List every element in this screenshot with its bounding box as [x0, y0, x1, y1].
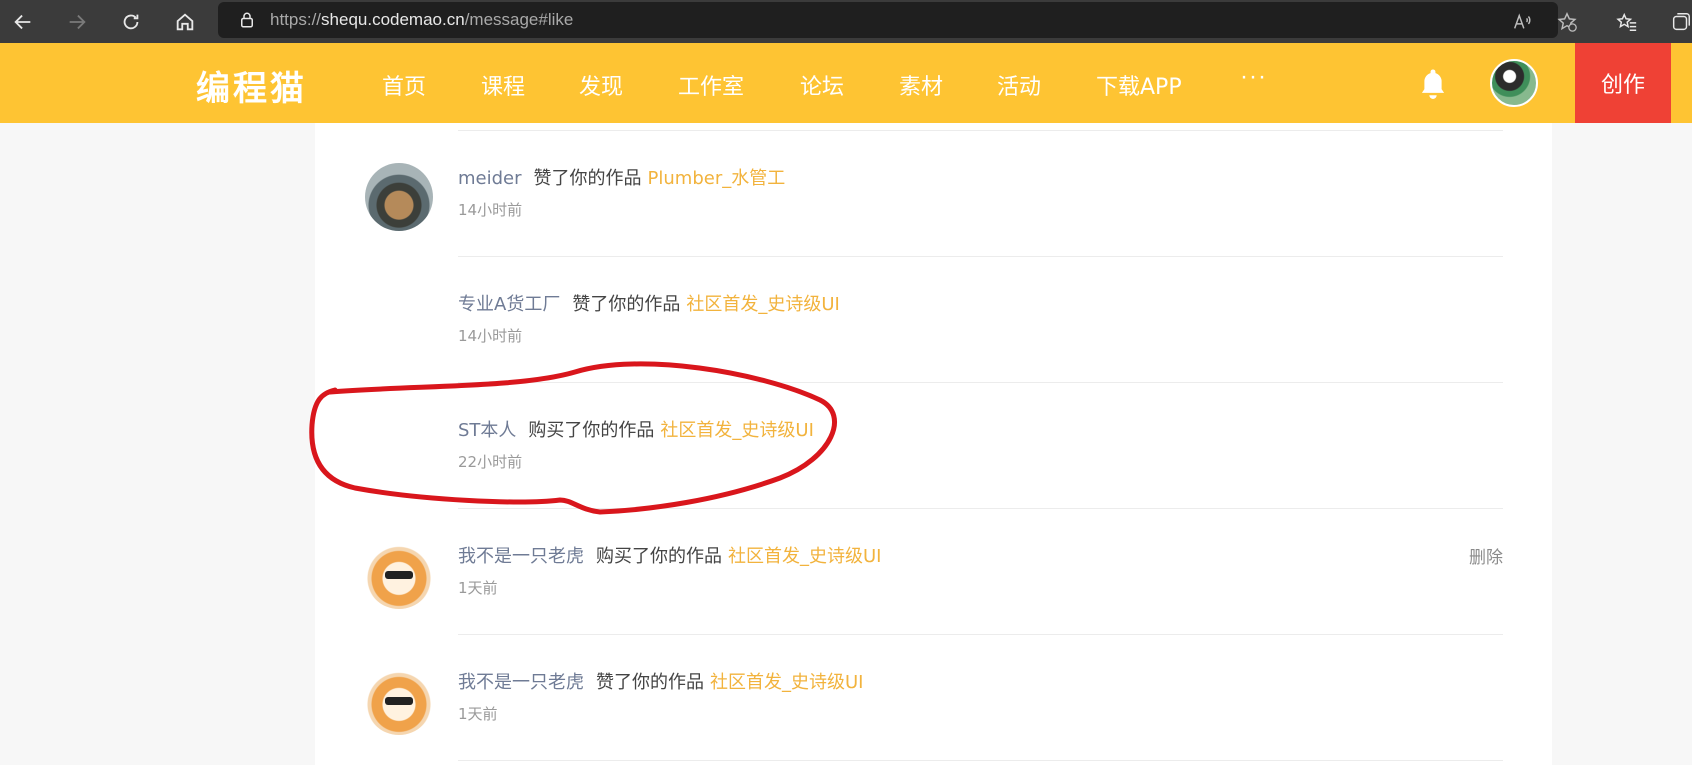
message-time: 1天前 — [458, 705, 498, 723]
add-favorite-button[interactable] — [1550, 0, 1584, 43]
message-user[interactable]: meider — [458, 168, 522, 189]
user-avatar[interactable] — [1490, 59, 1538, 107]
message-user[interactable]: 专业A货工厂 — [458, 294, 560, 315]
nav-item-studio[interactable]: 工作室 — [678, 69, 744, 101]
divider — [458, 760, 1503, 761]
message-user[interactable]: 我不是一只老虎 — [458, 546, 584, 567]
delete-button[interactable]: 删除 — [1469, 543, 1503, 568]
avatar[interactable] — [365, 667, 433, 735]
forward-button[interactable] — [60, 5, 94, 39]
message-text: 专业A货工厂 赞了你的作品 社区首发_史诗级UI — [458, 290, 840, 316]
message-action: 购买了你的作品 — [596, 546, 722, 567]
home-button[interactable] — [168, 5, 202, 39]
message-list: meider 赞了你的作品 Plumber_水管工 14小时前 专业A货工厂 赞了你的… — [315, 123, 1552, 765]
star-add-icon — [1557, 11, 1577, 32]
message-item: ST本人 购买了你的作品 社区首发_史诗级UI 22小时前 — [315, 383, 1552, 509]
message-action: 赞了你的作品 — [533, 168, 642, 189]
url-text: https://shequ.codemao.cn/message#like — [270, 10, 573, 30]
message-time: 14小时前 — [458, 327, 523, 345]
message-work-link[interactable]: 社区首发_史诗级UI — [728, 546, 881, 567]
avatar-glasses — [385, 697, 413, 705]
reload-button[interactable] — [114, 5, 148, 39]
message-work-link[interactable]: 社区首发_史诗级UI — [686, 294, 839, 315]
message-work-link[interactable]: Plumber_水管工 — [648, 168, 786, 189]
message-action: 赞了你的作品 — [596, 672, 704, 693]
message-text: meider 赞了你的作品 Plumber_水管工 — [458, 164, 785, 190]
message-user[interactable]: 我不是一只老虎 — [458, 672, 584, 693]
nav-item-courses[interactable]: 课程 — [481, 69, 525, 101]
main-nav: 首页 课程 发现 工作室 论坛 素材 活动 下载APP ··· — [0, 43, 1300, 123]
browser-toolbar: https://shequ.codemao.cn/message#like — [0, 0, 1692, 43]
message-action: 赞了你的作品 — [572, 294, 681, 315]
nav-item-download-app[interactable]: 下载APP — [1096, 69, 1182, 101]
message-time: 22小时前 — [458, 453, 523, 471]
message-time: 14小时前 — [458, 201, 523, 219]
home-icon — [176, 12, 194, 30]
avatar-glasses — [385, 571, 413, 579]
message-work-link[interactable]: 社区首发_史诗级UI — [710, 672, 863, 693]
arrow-right-icon — [69, 14, 86, 29]
arrow-left-icon — [14, 14, 31, 29]
message-user[interactable]: ST本人 — [458, 420, 516, 441]
address-bar[interactable]: https://shequ.codemao.cn/message#like — [218, 2, 1558, 38]
message-text: 我不是一只老虎 购买了你的作品 社区首发_史诗级UI — [458, 542, 881, 568]
message-text: ST本人 购买了你的作品 社区首发_史诗级UI — [458, 416, 814, 442]
nav-item-materials[interactable]: 素材 — [899, 69, 943, 101]
avatar[interactable] — [365, 541, 433, 609]
site-header: 编程猫 首页 课程 发现 工作室 论坛 素材 活动 下载APP ··· 创作 — [0, 43, 1692, 123]
message-item: meider 赞了你的作品 Plumber_水管工 14小时前 — [315, 131, 1552, 257]
back-button[interactable] — [6, 5, 40, 39]
url-host: shequ.codemao.cn — [321, 10, 465, 29]
message-item: 我不是一只老虎 赞了你的作品 社区首发_史诗级UI 1天前 — [315, 635, 1552, 761]
avatar[interactable] — [365, 163, 433, 231]
nav-item-discover[interactable]: 发现 — [579, 69, 623, 101]
nav-item-home[interactable]: 首页 — [382, 69, 426, 101]
lock-icon — [241, 12, 253, 28]
message-time: 1天前 — [458, 579, 498, 597]
read-aloud-button[interactable] — [1505, 0, 1539, 43]
message-text: 我不是一只老虎 赞了你的作品 社区首发_史诗级UI — [458, 668, 863, 694]
bell-icon[interactable] — [1418, 67, 1448, 99]
collections-button[interactable] — [1664, 0, 1692, 43]
collections-icon — [1672, 12, 1690, 30]
more-menu-button[interactable]: ··· — [1240, 63, 1267, 91]
create-button[interactable]: 创作 — [1575, 43, 1671, 123]
url-path: /message#like — [464, 10, 574, 29]
favorites-list-icon — [1616, 12, 1637, 31]
message-item: 专业A货工厂 赞了你的作品 社区首发_史诗级UI 14小时前 — [315, 257, 1552, 383]
nav-item-events[interactable]: 活动 — [997, 69, 1041, 101]
url-scheme: https:// — [270, 10, 322, 29]
favorites-button[interactable] — [1610, 0, 1644, 43]
message-item: 我不是一只老虎 购买了你的作品 社区首发_史诗级UI 1天前 删除 — [315, 509, 1552, 635]
nav-item-forum[interactable]: 论坛 — [800, 69, 844, 101]
message-action: 购买了你的作品 — [528, 420, 655, 441]
refresh-icon — [123, 14, 139, 29]
read-aloud-icon — [1513, 12, 1531, 29]
message-work-link[interactable]: 社区首发_史诗级UI — [660, 420, 813, 441]
